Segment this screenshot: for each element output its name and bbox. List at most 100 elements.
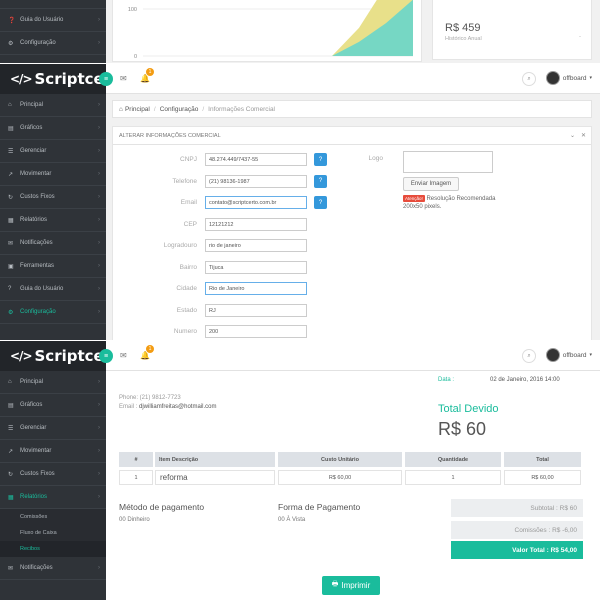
field-label: Logradouro [163,242,197,249]
chart-icon: ▤ [8,402,14,409]
area-chart: 2001000 [128,0,413,60]
payment-form-title: Forma de Pagamento [278,502,361,512]
sidebar-item[interactable]: ▤ Gráficos › [0,117,106,140]
gear-icon: ⚙ [8,40,14,47]
table-cell: R$ 60,00 [278,470,402,485]
table-header: # [119,452,153,467]
brand-logo[interactable]: </> Scriptcerto [0,341,129,371]
sidebar-item[interactable]: ? Guia do Usuário › [0,278,106,301]
form-input[interactable]: (21) 98136-1987 [205,174,307,188]
sidebar-item[interactable]: ▣ Ferramentas › [0,255,106,278]
breadcrumb-item[interactable]: Principal [125,106,150,113]
sidebar-menu: ⌂ Principal › ▤ Gráficos › ☰ Gerenciar › ↗ Movimen… [0,371,106,580]
form-header: ALTERAR INFORMAÇÕES COMERCIAL ⌄ ✕ [113,127,591,145]
search-icon[interactable]: ⌕ [522,72,536,86]
sidebar: </> Scriptcerto ⌂ Principal › ▤ Gráficos › ☰ Ger… [0,341,129,600]
sidebar-item[interactable]: ✉ Notificações › [0,232,106,255]
sidebar-item[interactable]: ↻ Custos Fixos › [0,463,106,486]
sidebar-item-label: Gráficos [20,402,43,408]
sidebar-item[interactable]: ☰ Gerenciar › [0,417,106,440]
help-icon[interactable]: ? [314,174,327,188]
chevron-right-icon: › [98,494,100,500]
brand-logo[interactable]: </> Scriptcerto [0,64,129,94]
chevron-right-icon: › [98,379,100,385]
mail-icon[interactable]: ✉ [120,74,127,83]
form-title: ALTERAR INFORMAÇÕES COMERCIAL [119,132,221,139]
table-cell: 1 [405,470,501,485]
main-content: ⌂ Principal / Configuração / Informações… [106,94,600,340]
config-panel: </> Scriptcerto ⌂ Principal › ▤ Gráficos › ☰ Ger… [0,64,600,340]
chevron-right-icon: › [98,471,100,477]
sidebar-item[interactable]: ▦ Relatórios › [0,209,106,232]
form-input[interactable]: contato@scriptcerto.com.br [205,196,307,209]
breadcrumb-item[interactable]: Configuração [160,106,199,113]
sidebar-item[interactable]: ⌂ Principal › [0,371,106,394]
code-brackets-icon: </> [10,72,32,86]
breadcrumb-separator: / [202,105,205,113]
sidebar-subitem[interactable]: Fluxo de Caixa [0,525,106,541]
table-cell: 1 [119,470,153,485]
form-input[interactable]: 12121212 [205,217,307,231]
chevron-down-icon: ▾ [589,75,592,81]
sidebar-item[interactable]: ↻ Custos Fixos › [0,186,106,209]
chevron-down-icon[interactable]: ⌄ [570,132,575,139]
chevron-right-icon: › [98,102,100,108]
payment-method-title: Método de pagamento [119,502,205,512]
mail-icon[interactable]: ✉ [120,351,127,360]
form-input[interactable]: Tijuca [205,260,307,274]
chevron-right-icon: › [98,425,100,431]
user-menu[interactable]: offboard ▾ [545,348,592,362]
sidebar-item[interactable]: ↗ Movimentar › [0,163,106,186]
form-input[interactable]: Rio de Janeiro [205,282,307,295]
chevron-right-icon: › [98,263,100,269]
sidebar-item-guia[interactable]: ❓ Guia do Usuário › [0,9,106,32]
sidebar-item[interactable]: ✉ Notificações › [0,557,106,580]
logo-label: Logo [368,155,383,162]
table-header: Total [504,452,581,467]
comments-icon: ✉ [8,240,14,247]
dashboard-panel: ❓Guia do Usuário› ⚙Configuração› 2001000… [0,0,600,63]
sidebar-subitem[interactable]: Comissões [0,509,106,525]
external-link-icon: ↗ [8,171,14,178]
stat-card: R$ 459 Histórico Anual - [432,0,592,60]
sidebar-item-label: Relatórios [20,217,48,223]
sidebar-item-label: Custos Fixos [20,194,55,200]
sidebar-item[interactable]: ▦ Relatórios › [0,486,106,509]
table-cell: reforma [155,470,275,485]
sidebar-item-label: Movimentar [20,171,52,177]
user-menu[interactable]: offboard ▾ [545,71,592,85]
form-input[interactable]: 48.274.449/7437-55 [205,153,307,166]
sidebar-item-cropped[interactable] [0,0,106,9]
sidebar-item[interactable]: ↗ Movimentar › [0,440,106,463]
search-icon[interactable]: ⌕ [522,349,536,363]
table-header: Quantidade [405,452,501,467]
sidebar-item-label: Relatórios [20,494,48,500]
home-icon: ⌂ [8,379,12,385]
total-due-value: R$ 60 [438,419,487,439]
close-icon[interactable]: ✕ [581,132,586,139]
y-tick-label: 0 [134,54,137,60]
form-input[interactable]: RJ [205,303,307,317]
breadcrumb-separator: / [153,105,156,113]
table-header: Custo Unitário [278,452,402,467]
menu-toggle-button[interactable]: ≡ [99,349,113,363]
form-input[interactable]: rio de janeiro [205,239,307,252]
avatar [545,348,560,362]
avatar [545,71,560,85]
sidebar-item[interactable]: ▤ Gráficos › [0,394,106,417]
payment-form-value: 00 À Vista [278,517,306,523]
chevron-right-icon: › [98,17,100,23]
sidebar-item[interactable]: ⚙ Configuração › [0,301,106,324]
print-button[interactable]: 🖶 Imprimir [322,576,380,595]
help-icon[interactable]: ? [314,196,327,209]
sidebar-item[interactable]: ☰ Gerenciar › [0,140,106,163]
menu-toggle-button[interactable]: ≡ [99,72,113,86]
send-image-button[interactable]: Enviar Imagem [403,177,459,191]
sidebar-item[interactable]: ⌂ Principal › [0,94,106,117]
form-input[interactable]: 200 [205,325,307,338]
sidebar-subitem[interactable]: Recibos [0,541,106,557]
sidebar-item-configuracao[interactable]: ⚙ Configuração › [0,32,106,55]
field-label: Email [180,199,197,206]
field-label: Cidade [176,285,197,292]
sidebar-item-label: Notificações [20,240,53,246]
